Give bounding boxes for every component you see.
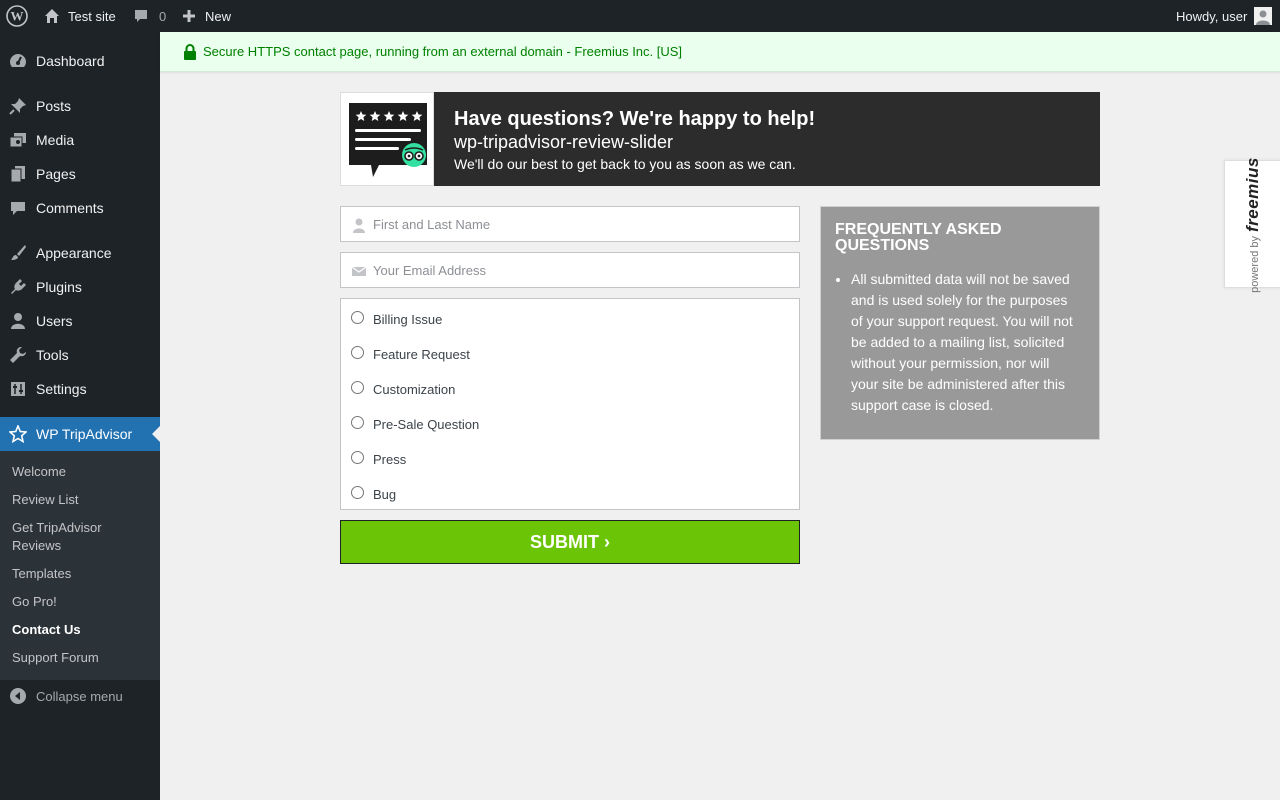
menu-settings[interactable]: Settings: [0, 372, 160, 406]
pages-icon: [8, 164, 28, 184]
submenu-get-tripadvisor-reviews[interactable]: Get TripAdvisor Reviews: [12, 519, 112, 555]
comments-icon: [8, 198, 28, 218]
avatar: [1254, 7, 1273, 25]
faq-title: FREQUENTLY ASKED QUESTIONS: [835, 221, 1002, 254]
radio-button[interactable]: [351, 415, 364, 429]
user-icon: [351, 217, 367, 233]
radio-billing-issue[interactable]: Billing Issue: [351, 308, 442, 327]
menu-posts[interactable]: Posts: [0, 89, 160, 123]
submenu-templates[interactable]: Templates: [12, 565, 152, 583]
howdy-text: Howdy, user: [1176, 8, 1248, 24]
freemius-brand: freemius: [1243, 157, 1262, 232]
settings-icon: [8, 379, 28, 399]
collapse-arrow-icon: [10, 688, 26, 704]
radio-button[interactable]: [351, 450, 364, 464]
admin-bar: W Test site 0 New Howdy, user: [0, 0, 1280, 32]
radio-button[interactable]: [351, 310, 364, 324]
submenu-contact-us[interactable]: Contact Us: [12, 621, 152, 639]
menu-users[interactable]: Users: [0, 304, 160, 338]
request-type-group: Billing Issue Feature Request Customizat…: [340, 298, 800, 510]
email-field: [340, 252, 800, 288]
submenu-go-pro[interactable]: Go Pro!: [12, 593, 152, 611]
name-input[interactable]: [373, 207, 793, 241]
users-icon: [8, 311, 28, 331]
submenu-welcome[interactable]: Welcome: [12, 463, 152, 481]
submenu-review-list[interactable]: Review List: [12, 491, 152, 509]
contact-header: Have questions? We're happy to help! wp-…: [340, 92, 1100, 186]
new-content-link[interactable]: New: [181, 0, 231, 32]
secure-notice: Secure HTTPS contact page, running from …: [160, 32, 1280, 72]
current-menu-arrow: [152, 426, 160, 442]
menu-appearance[interactable]: Appearance: [0, 236, 160, 270]
site-name-link[interactable]: Test site: [44, 0, 116, 32]
header-description: We'll do our best to get back to you as …: [454, 156, 796, 172]
review-bubble-icon: [349, 103, 427, 177]
menu-wp-tripadvisor[interactable]: WP TripAdvisor: [0, 417, 160, 451]
radio-button[interactable]: [351, 485, 364, 499]
header-title: Have questions? We're happy to help!: [454, 108, 816, 130]
comments-count: 0: [159, 8, 167, 24]
wrench-icon: [8, 345, 28, 365]
comments-link[interactable]: 0: [133, 0, 166, 32]
name-field: [340, 206, 800, 242]
menu-pages[interactable]: Pages: [0, 157, 160, 191]
site-name: Test site: [68, 8, 116, 24]
faq-list: All submitted data will not be saved and…: [851, 269, 1076, 416]
comment-bubble-icon: [133, 8, 149, 24]
menu-plugins[interactable]: Plugins: [0, 270, 160, 304]
submenu-support-forum[interactable]: Support Forum: [12, 649, 152, 667]
lock-icon: [183, 44, 197, 63]
menu-dashboard[interactable]: Dashboard: [0, 44, 160, 78]
plugin-icon: [8, 277, 28, 297]
header-plugin-slug: wp-tripadvisor-review-slider: [454, 132, 674, 152]
email-input[interactable]: [373, 253, 793, 287]
plugin-logo: [340, 92, 434, 186]
freemius-badge[interactable]: powered by freemius: [1224, 157, 1280, 293]
dashboard-icon: [8, 51, 28, 71]
freemius-logo: powered by freemius: [1243, 157, 1263, 293]
collapse-menu-button[interactable]: Collapse menu: [0, 684, 160, 708]
plus-icon: [181, 8, 197, 24]
radio-button[interactable]: [351, 380, 364, 394]
pin-icon: [8, 96, 28, 116]
submit-button[interactable]: SUBMIT ›: [340, 520, 800, 564]
my-account-link[interactable]: Howdy, user: [1176, 0, 1273, 32]
media-icon: [8, 130, 28, 150]
home-icon: [44, 8, 60, 24]
powered-by-label: powered by: [1249, 236, 1261, 293]
secure-notice-text: Secure HTTPS contact page, running from …: [203, 44, 683, 59]
faq-panel: FREQUENTLY ASKED QUESTIONS All submitted…: [820, 206, 1100, 440]
radio-bug[interactable]: Bug: [351, 483, 396, 502]
radio-button[interactable]: [351, 345, 364, 359]
menu-media[interactable]: Media: [0, 123, 160, 157]
radio-press[interactable]: Press: [351, 448, 406, 467]
faq-item: All submitted data will not be saved and…: [851, 269, 1076, 416]
menu-comments[interactable]: Comments: [0, 191, 160, 225]
envelope-icon: [351, 263, 367, 279]
brush-icon: [8, 243, 28, 263]
wordpress-logo-icon[interactable]: W: [6, 0, 28, 32]
svg-text:W: W: [11, 9, 24, 24]
menu-tools[interactable]: Tools: [0, 338, 160, 372]
radio-pre-sale-question[interactable]: Pre-Sale Question: [351, 413, 479, 432]
admin-sidebar: Dashboard Posts Media Pages Comments App…: [0, 32, 160, 800]
radio-feature-request[interactable]: Feature Request: [351, 343, 470, 362]
new-label: New: [205, 8, 232, 24]
star-icon: [8, 424, 28, 444]
radio-customization[interactable]: Customization: [351, 378, 455, 397]
